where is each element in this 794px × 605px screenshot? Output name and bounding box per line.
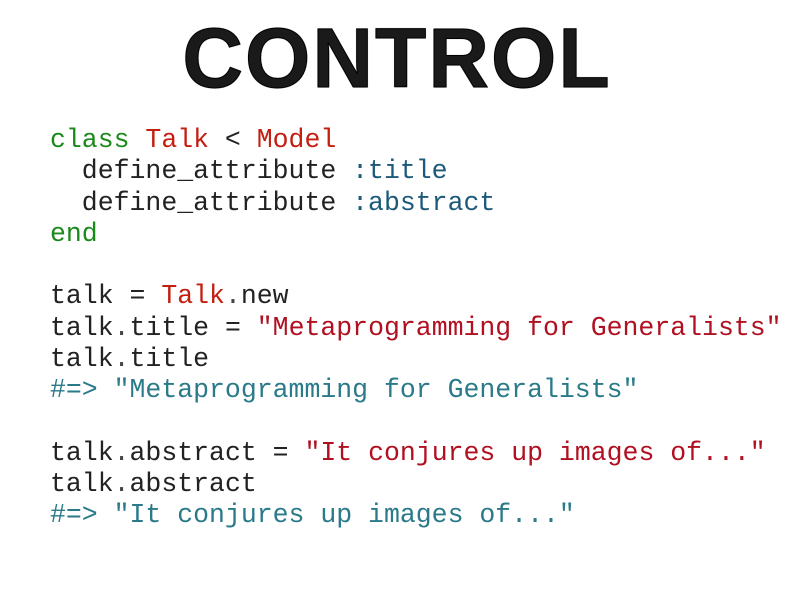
string-literal: "It conjures up images of..." (304, 438, 765, 468)
dot: . (225, 281, 241, 311)
attr-abstract: abstract (130, 469, 257, 499)
method-call: define_attribute (50, 188, 352, 218)
operator-eq: = (130, 281, 146, 311)
method-call: define_attribute (50, 156, 352, 186)
keyword-end: end (50, 219, 98, 249)
class-name-talk: Talk (145, 281, 225, 311)
method-new: new (241, 281, 289, 311)
attr-abstract: abstract (130, 438, 257, 468)
operator-eq: = (257, 438, 305, 468)
var-talk: talk (50, 344, 114, 374)
attr-title: title (130, 344, 210, 374)
keyword-class: class (50, 125, 130, 155)
comment-output: #=> "It conjures up images of..." (50, 500, 575, 530)
code-block: class Talk < Model define_attribute :tit… (0, 125, 794, 531)
var-talk: talk (50, 313, 114, 343)
string-literal: "Metaprogramming for Generalists" (257, 313, 782, 343)
symbol-title: :title (352, 156, 447, 186)
dot: . (114, 469, 130, 499)
dot: . (114, 438, 130, 468)
symbol-abstract: :abstract (352, 188, 495, 218)
var-talk: talk (50, 469, 114, 499)
operator-eq: = (209, 313, 257, 343)
class-name-talk: Talk (130, 125, 210, 155)
attr-title: title (130, 313, 210, 343)
dot: . (114, 344, 130, 374)
var-talk: talk (50, 438, 114, 468)
operator-lt: < (209, 125, 257, 155)
class-name-model: Model (257, 125, 337, 155)
comment-output: #=> "Metaprogramming for Generalists" (50, 375, 638, 405)
slide-title: Control (0, 10, 794, 107)
var-talk: talk (50, 281, 130, 311)
dot: . (114, 313, 130, 343)
